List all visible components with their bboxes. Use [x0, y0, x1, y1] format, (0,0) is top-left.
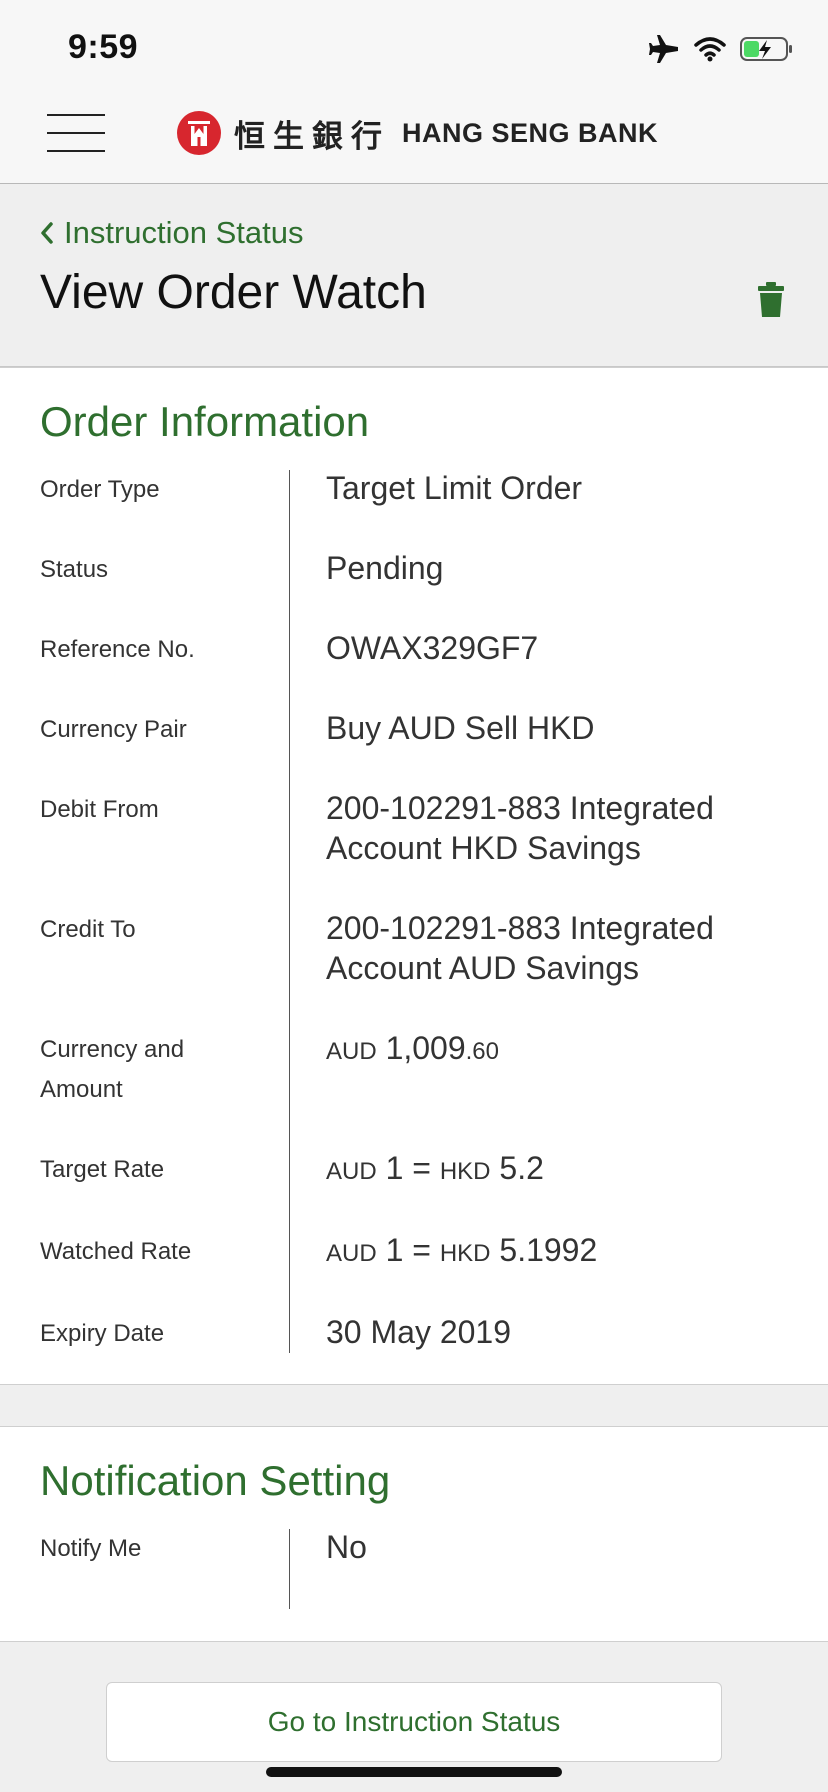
page-title: View Order Watch: [40, 266, 427, 319]
currency-code: AUD: [326, 1158, 377, 1185]
wifi-icon: [694, 37, 726, 62]
row-label: Status: [40, 556, 109, 583]
row-label: Currency Pair: [40, 716, 187, 743]
page-header: Instruction Status View Order Watch: [0, 185, 828, 367]
order-information-card: Order Information Order Type Target Limi…: [0, 367, 828, 1385]
currency-code: HKD: [439, 1158, 491, 1185]
amount-value: AUD 1,009.60: [326, 1028, 786, 1072]
rate-quote: 5.2: [499, 1150, 544, 1186]
row-value-line1: 200-102291-883 Integrated: [326, 790, 714, 826]
column-divider: [289, 470, 290, 1353]
row-label: Order Type: [40, 476, 160, 503]
battery-icon: [740, 37, 792, 61]
row-label: Notify Me: [40, 1535, 142, 1562]
hamburger-menu-icon[interactable]: [47, 114, 105, 154]
row-label-line1: Currency and: [40, 1036, 185, 1063]
target-rate-value: AUD 1 = HKD 5.2: [326, 1148, 786, 1192]
rate-base: 1 =: [385, 1232, 431, 1268]
order-information-title: Order Information: [40, 398, 370, 445]
rate-quote: 5.1992: [499, 1232, 598, 1268]
bottom-bar: Go to Instruction Status: [0, 1642, 828, 1792]
row-value-line1: 200-102291-883 Integrated: [326, 910, 714, 946]
row-value: Buy AUD Sell HKD: [326, 710, 595, 746]
amount-integer: 1,009: [385, 1030, 466, 1066]
row-value-line2: Account AUD Savings: [326, 950, 640, 986]
currency-code: AUD: [326, 1240, 377, 1267]
row-label: Watched Rate: [40, 1238, 192, 1265]
row-value: OWAX329GF7: [326, 630, 539, 666]
row-label: Expiry Date: [40, 1320, 165, 1347]
rate-base: 1 =: [385, 1150, 431, 1186]
trash-icon[interactable]: [757, 282, 785, 318]
notification-setting-title: Notification Setting: [40, 1457, 391, 1504]
amount-decimal: .60: [465, 1038, 500, 1065]
home-indicator: [266, 1767, 562, 1777]
notification-setting-card: Notification Setting Notify Me No: [0, 1426, 828, 1642]
row-value: Target Limit Order: [326, 470, 583, 506]
status-time: 9:59: [68, 28, 139, 66]
row-label-line2: Amount: [40, 1076, 123, 1103]
row-value-line2: Account HKD Savings: [326, 830, 641, 866]
watched-rate-value: AUD 1 = HKD 5.1992: [326, 1230, 786, 1274]
row-value: Pending: [326, 550, 444, 586]
hang-seng-logo: 恒生銀行 HANG SENG BANK: [176, 110, 658, 156]
row-value: No: [326, 1529, 367, 1565]
currency-code: AUD: [326, 1038, 377, 1065]
row-label: Target Rate: [40, 1156, 165, 1183]
airplane-icon: [649, 35, 678, 63]
column-divider: [289, 1529, 290, 1609]
go-to-instruction-status-button[interactable]: Go to Instruction Status: [106, 1682, 722, 1762]
brand-name-chinese: 恒生銀行: [234, 118, 390, 155]
brand-name-english: HANG SENG BANK: [402, 117, 659, 148]
row-value: 30 May 2019: [326, 1314, 512, 1350]
status-icons: [648, 34, 794, 64]
status-bar: 9:59: [0, 0, 828, 96]
top-nav: 恒生銀行 HANG SENG BANK: [0, 96, 828, 184]
row-label: Reference No.: [40, 636, 195, 663]
currency-code: HKD: [439, 1240, 491, 1267]
row-label: Debit From: [40, 796, 159, 823]
row-label: Credit To: [40, 916, 136, 943]
back-to-instruction-status-link[interactable]: Instruction Status: [40, 215, 304, 251]
back-link-label: Instruction Status: [64, 215, 304, 250]
hang-seng-emblem-icon: [177, 111, 221, 155]
chevron-left-icon: [41, 222, 53, 244]
